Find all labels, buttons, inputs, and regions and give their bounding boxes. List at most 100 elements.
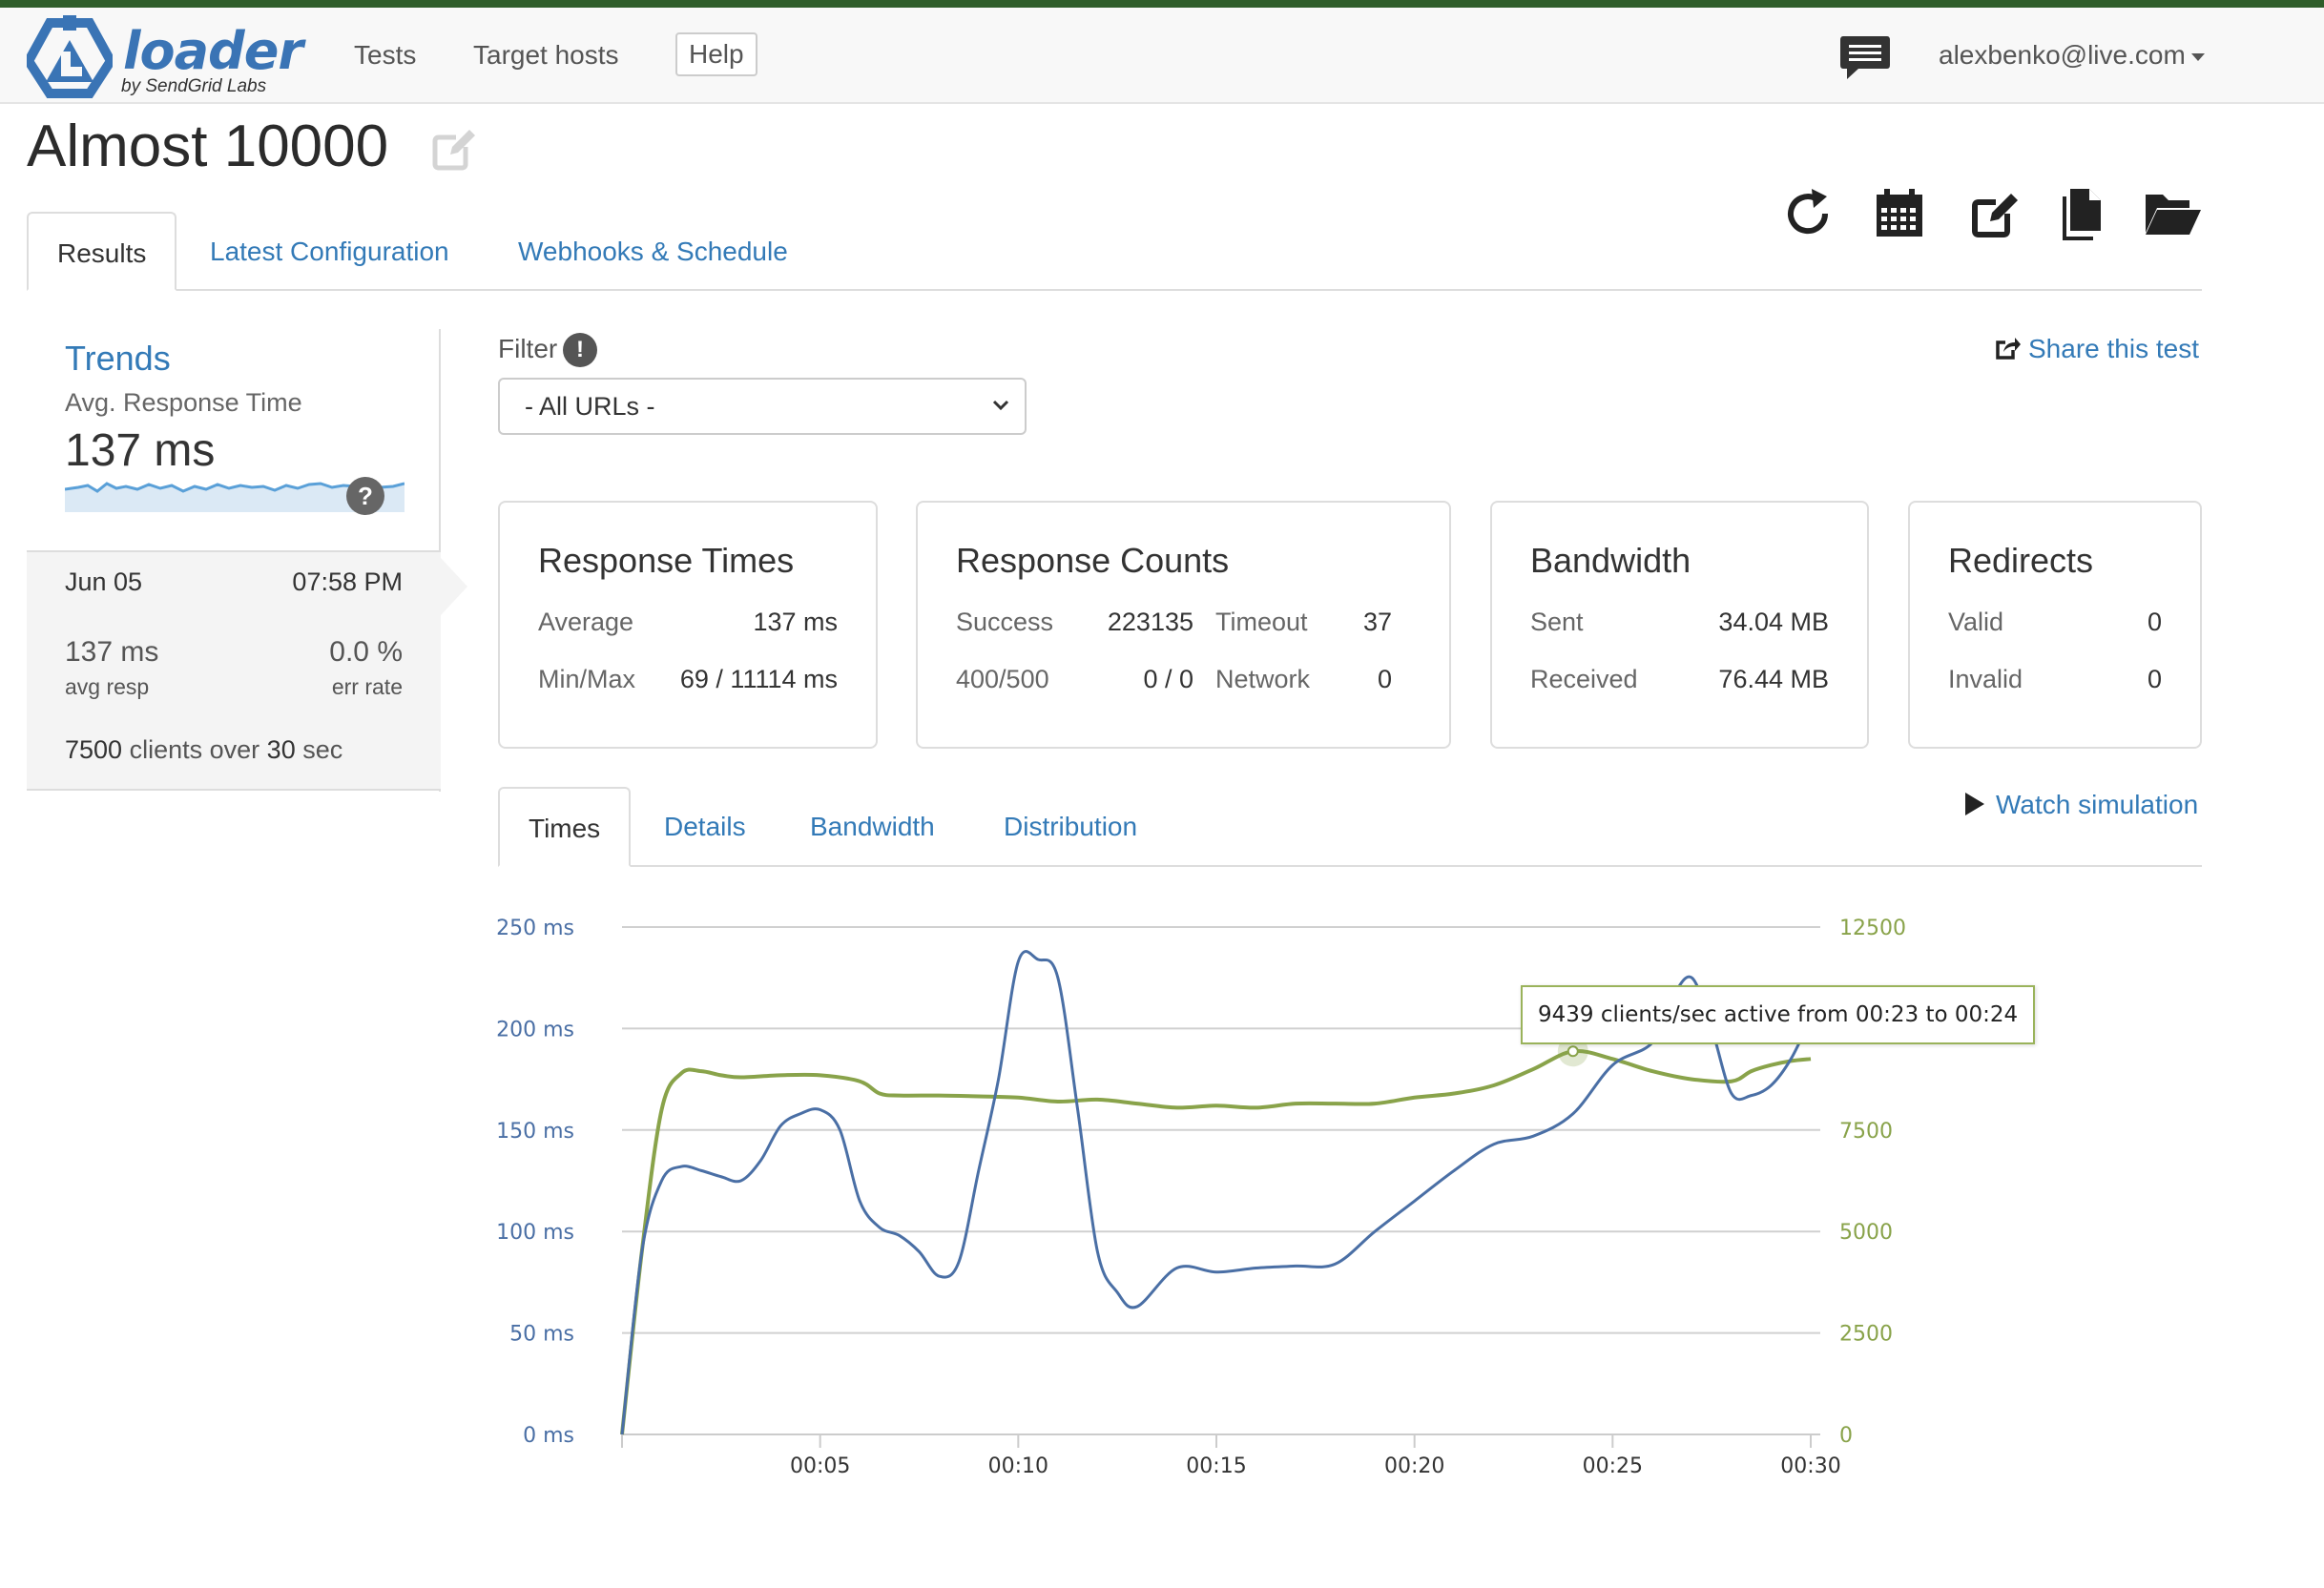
run-card[interactable]: Jun 05 07:58 PM 137 ms avg resp 0.0 % er… — [27, 550, 441, 791]
page-title: Almost 10000 — [27, 113, 389, 179]
y-right-tick-label: 0 — [1839, 1424, 1853, 1448]
valid-label: Valid — [1948, 608, 2004, 636]
run-duration: 30 — [266, 735, 296, 764]
redirects-card: Redirects Valid 0 Invalid 0 — [1908, 501, 2202, 749]
edit-title-icon[interactable] — [431, 124, 479, 172]
network-label: Network — [1215, 665, 1311, 693]
calendar-icon[interactable] — [1873, 187, 1926, 240]
trends-subtitle: Avg. Response Time — [65, 388, 302, 417]
active-clients-line — [620, 1048, 1812, 1435]
nav-target-hosts[interactable]: Target hosts — [473, 40, 619, 71]
url-filter-select[interactable]: - All URLs - — [498, 378, 1027, 435]
sent-label: Sent — [1530, 608, 1584, 636]
nav-tests[interactable]: Tests — [354, 40, 416, 71]
y-right-tick-label: 7500 — [1839, 1120, 1893, 1144]
navbar: loader by SendGrid Labs Tests Target hos… — [0, 8, 2324, 104]
chevron-down-icon — [2190, 52, 2205, 61]
invalid-label: Invalid — [1948, 665, 2023, 693]
share-label: Share this test — [2028, 334, 2199, 363]
y-left-tick-label: 150 ms — [496, 1120, 574, 1144]
x-tick-label: 00:30 — [1780, 1454, 1840, 1478]
logo-subtitle: by SendGrid Labs — [121, 76, 267, 96]
tab-times[interactable]: Times — [498, 787, 632, 867]
y-right-tick-label: 12500 — [1839, 917, 1906, 940]
run-avg-resp-label: avg resp — [65, 674, 150, 699]
tab-webhooks-schedule[interactable]: Webhooks & Schedule — [489, 212, 817, 291]
tab-latest-configuration[interactable]: Latest Configuration — [181, 212, 478, 291]
run-summary: 7500 clients over 30 sec — [65, 735, 342, 765]
timeout-label: Timeout — [1215, 608, 1308, 636]
run-err-rate: 0.0 % — [329, 636, 403, 668]
received-label: Received — [1530, 665, 1638, 693]
edit-icon[interactable] — [1969, 187, 2023, 240]
filter-info-icon[interactable]: ! — [563, 333, 597, 367]
success-label: Success — [956, 608, 1054, 636]
chart-tooltip: 9439 clients/sec active from 00:23 to 00… — [1521, 985, 2036, 1044]
minmax-value: 69 / 11114 ms — [679, 665, 838, 693]
received-value: 76.44 MB — [1718, 665, 1829, 693]
user-menu[interactable]: alexbenko@live.com — [1939, 40, 2205, 71]
copy-icon[interactable] — [2057, 187, 2110, 240]
run-avg-resp: 137 ms — [65, 636, 159, 668]
x-tick-label: 00:15 — [1186, 1454, 1246, 1478]
chevron-down-icon — [992, 400, 1009, 411]
y-left-tick-label: 200 ms — [496, 1018, 574, 1041]
x-tick-label: 00:10 — [988, 1454, 1048, 1478]
run-err-rate-label: err rate — [331, 674, 403, 699]
top-accent-bar — [0, 0, 2324, 8]
tab-bandwidth[interactable]: Bandwidth — [781, 787, 964, 867]
share-icon — [1996, 338, 2021, 360]
y-right-tick-label: 5000 — [1839, 1221, 1893, 1245]
trends-help-icon[interactable]: ? — [346, 477, 384, 515]
play-icon — [1965, 793, 1984, 815]
chat-icon[interactable] — [1839, 34, 1891, 82]
y-left-tick-label: 0 ms — [523, 1424, 574, 1448]
y-left-tick-label: 100 ms — [496, 1221, 574, 1245]
watch-simulation-link[interactable]: Watch simulation — [1965, 790, 2198, 820]
average-value: 137 ms — [753, 608, 838, 636]
folder-open-icon[interactable] — [2144, 187, 2203, 240]
run-duration-unit: sec — [302, 735, 343, 764]
trends-title[interactable]: Trends — [65, 339, 171, 379]
sent-value: 34.04 MB — [1718, 608, 1829, 636]
watch-label: Watch simulation — [1996, 790, 2199, 819]
bandwidth-card: Bandwidth Sent 34.04 MB Received 76.44 M… — [1490, 501, 1869, 749]
run-card-pointer — [441, 558, 467, 615]
card-title: Response Counts — [956, 541, 1230, 580]
user-email: alexbenko@live.com — [1939, 40, 2186, 70]
y-left-tick-label: 250 ms — [496, 917, 574, 940]
response-counts-card: Response Counts Success 223135 Timeout 3… — [916, 501, 1451, 749]
x-tick-label: 00:20 — [1384, 1454, 1444, 1478]
valid-value: 0 — [2147, 608, 2162, 636]
tab-distribution[interactable]: Distribution — [975, 787, 1166, 867]
response-times-card: Response Times Average 137 ms Min/Max 69… — [498, 501, 878, 749]
tab-details[interactable]: Details — [635, 787, 775, 867]
trends-value: 137 ms — [65, 425, 216, 476]
refresh-icon[interactable] — [1781, 187, 1835, 240]
logo-word: loader — [123, 21, 303, 81]
run-clients: 7500 — [65, 735, 123, 764]
filter-label: Filter — [498, 334, 558, 363]
run-clients-text: clients over — [129, 735, 260, 764]
network-value: 0 — [1377, 665, 1392, 693]
card-title: Redirects — [1948, 541, 2094, 580]
run-date: Jun 05 — [65, 567, 143, 596]
loader-logo[interactable]: loader by SendGrid Labs — [23, 13, 303, 99]
card-title: Bandwidth — [1530, 541, 1691, 580]
status-400-500-value: 0 / 0 — [1143, 665, 1193, 693]
x-tick-label: 00:25 — [1583, 1454, 1643, 1478]
nav-help-button[interactable]: Help — [675, 32, 757, 76]
minmax-label: Min/Max — [538, 665, 636, 693]
y-right-tick-label: 2500 — [1839, 1323, 1893, 1347]
x-tick-label: 00:05 — [790, 1454, 850, 1478]
logo-icon — [23, 15, 116, 98]
run-time: 07:58 PM — [292, 567, 403, 596]
y-left-tick-label: 50 ms — [509, 1323, 574, 1347]
timeout-value: 37 — [1362, 608, 1392, 636]
card-title: Response Times — [538, 541, 795, 580]
success-value: 223135 — [1107, 608, 1193, 636]
share-test-link[interactable]: Share this test — [1994, 334, 2199, 364]
invalid-value: 0 — [2147, 665, 2162, 693]
tab-results[interactable]: Results — [27, 212, 177, 291]
url-filter-value: - All URLs - — [525, 392, 655, 421]
